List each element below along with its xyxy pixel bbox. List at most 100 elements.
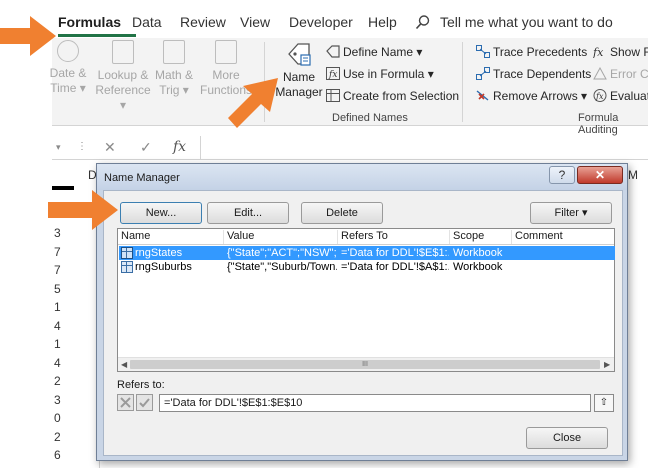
close-button[interactable]: Close	[526, 427, 608, 449]
remove-arrows-button[interactable]: Remove Arrows ▾	[476, 87, 587, 105]
refers-to-cell: ='Data for DDL'!$A$1:...	[341, 261, 449, 273]
evaluate-icon: fx	[593, 89, 607, 102]
more-functions-label-1: More	[212, 68, 240, 82]
table-small-icon	[326, 89, 340, 102]
new-button[interactable]: New...	[120, 202, 202, 224]
name-row[interactable]: rngSuburbs {"State","Suburb/Town... ='Da…	[119, 260, 615, 274]
cancel-edit-icon[interactable]	[117, 394, 134, 411]
horizontal-scrollbar[interactable]: ◀ III ▶	[118, 357, 614, 371]
name-manager-button[interactable]: Name Manager	[274, 40, 324, 100]
show-formulas-label: Show Fo	[610, 45, 648, 59]
tab-data[interactable]: Data	[132, 14, 162, 30]
lookup-label-2: Reference ▾	[95, 83, 151, 112]
check-icon	[139, 398, 150, 408]
help-button[interactable]: ?	[549, 166, 575, 184]
column-header-value[interactable]: Value	[224, 230, 338, 244]
edit-button-label: Edit...	[233, 207, 263, 219]
trace-dependents-label: Trace Dependents	[493, 67, 592, 81]
row-header[interactable]: 6	[52, 448, 96, 462]
name-row[interactable]: rngStates {"State";"ACT";"NSW";"... ='Da…	[119, 246, 615, 260]
row-header[interactable]: 1	[52, 300, 96, 314]
names-list[interactable]: Name Value Refers To Scope Comment rngSt…	[117, 228, 615, 372]
trace-precedents-label: Trace Precedents	[493, 45, 588, 59]
tell-me-box[interactable]: Tell me what you want to do	[440, 14, 613, 30]
show-formulas-button[interactable]: fx Show Fo	[593, 43, 648, 61]
error-checking-button[interactable]: Error Ch	[593, 65, 648, 83]
theta-icon	[163, 40, 185, 64]
lookup-icon	[112, 40, 134, 64]
enter-entry-button[interactable]: ✓	[140, 139, 152, 156]
tab-developer[interactable]: Developer	[289, 14, 353, 30]
name-manager-dialog: Name Manager ? ✕ New... Edit... Delete F…	[96, 163, 628, 461]
row-header[interactable]: 2	[52, 374, 96, 388]
column-header-scope[interactable]: Scope	[450, 230, 512, 244]
column-header-name[interactable]: Name	[118, 230, 224, 244]
svg-text:fx: fx	[328, 70, 337, 80]
define-name-label: Define Name ▾	[343, 45, 423, 59]
excel-window: Formulas Data Review View Developer Help…	[0, 0, 648, 468]
row-header[interactable]: 2	[52, 430, 96, 444]
name-cell: rngSuburbs	[135, 261, 192, 273]
row-header[interactable]: 3	[52, 393, 96, 407]
row-header[interactable]: 4	[52, 356, 96, 370]
filter-button-label: Filter ▾	[554, 207, 588, 219]
tab-review[interactable]: Review	[180, 14, 226, 30]
fx-small-icon: fx	[326, 67, 340, 80]
scrollbar-thumb[interactable]: III	[130, 360, 600, 369]
math-trig-button[interactable]: Math & Trig ▾	[152, 40, 196, 98]
more-functions-label-2: Functions	[200, 83, 253, 97]
tab-help[interactable]: Help	[368, 14, 397, 30]
column-header-comment[interactable]: Comment	[512, 230, 614, 244]
filter-button[interactable]: Filter ▾	[530, 202, 612, 224]
define-name-button[interactable]: Define Name ▾	[326, 43, 422, 61]
delete-button[interactable]: Delete	[301, 202, 383, 224]
confirm-edit-icon[interactable]	[136, 394, 153, 411]
named-range-icon	[121, 261, 133, 273]
evaluate-formula-button[interactable]: fx Evaluat	[593, 87, 648, 105]
tab-formulas[interactable]: Formulas	[58, 14, 121, 30]
close-button-label: Close	[552, 432, 582, 444]
row-header[interactable]: 0	[52, 411, 96, 425]
date-time-button[interactable]: Date & Time ▾	[46, 40, 90, 96]
refers-to-input[interactable]: ='Data for DDL'!$E$1:$E$10	[159, 394, 591, 412]
comment-cell	[515, 260, 613, 274]
column-header-refers-to[interactable]: Refers To	[338, 230, 450, 244]
row-header[interactable]: 5	[52, 282, 96, 296]
svg-text:fx: fx	[593, 46, 604, 58]
edit-button[interactable]: Edit...	[207, 202, 289, 224]
evaluate-label: Evaluat	[610, 89, 648, 103]
namebox-dropdown-icon[interactable]: ▾	[56, 142, 61, 153]
row-header[interactable]: 7	[52, 245, 96, 259]
trace-precedents-button[interactable]: Trace Precedents	[476, 43, 587, 61]
collapse-dialog-icon[interactable]: ⇧	[594, 394, 614, 412]
delete-button-label: Delete	[326, 207, 358, 219]
scroll-left-icon[interactable]: ◀	[121, 360, 127, 369]
column-header-m[interactable]: M	[628, 168, 638, 182]
close-icon[interactable]: ✕	[577, 166, 623, 184]
name-manager-icon	[288, 43, 311, 66]
dialog-titlebar[interactable]: Name Manager ? ✕	[97, 164, 627, 190]
tab-view[interactable]: View	[240, 14, 270, 30]
trace-dependents-button[interactable]: Trace Dependents	[476, 65, 591, 83]
insert-function-button[interactable]: fx	[173, 139, 186, 155]
date-time-label-2: Time ▾	[50, 81, 86, 95]
refers-to-label: Refers to:	[117, 379, 165, 391]
create-from-selection-button[interactable]: Create from Selection	[326, 87, 459, 105]
more-functions-button[interactable]: More Functions	[200, 40, 252, 98]
lookup-reference-button[interactable]: Lookup & Reference ▾	[92, 40, 154, 113]
dialog-body: New... Edit... Delete Filter ▾ Name Valu…	[103, 190, 623, 456]
row-header[interactable]: 4	[52, 319, 96, 333]
ribbon-separator-2	[462, 42, 463, 122]
use-in-formula-button[interactable]: fx Use in Formula ▾	[326, 65, 434, 83]
row-header[interactable]: 1	[52, 337, 96, 351]
formula-input[interactable]	[200, 136, 648, 160]
remove-arrows-label: Remove Arrows ▾	[493, 89, 588, 103]
name-cell: rngStates	[135, 247, 183, 259]
math-trig-label-1: Math &	[154, 68, 193, 82]
ribbon: Date & Time ▾ Lookup & Reference ▾ Math …	[50, 38, 648, 136]
row-header[interactable]: 3	[52, 226, 96, 240]
scroll-right-icon[interactable]: ▶	[604, 360, 610, 369]
more-icon	[215, 40, 237, 64]
row-header[interactable]: 7	[52, 263, 96, 277]
cancel-entry-button[interactable]: ✕	[104, 139, 116, 156]
